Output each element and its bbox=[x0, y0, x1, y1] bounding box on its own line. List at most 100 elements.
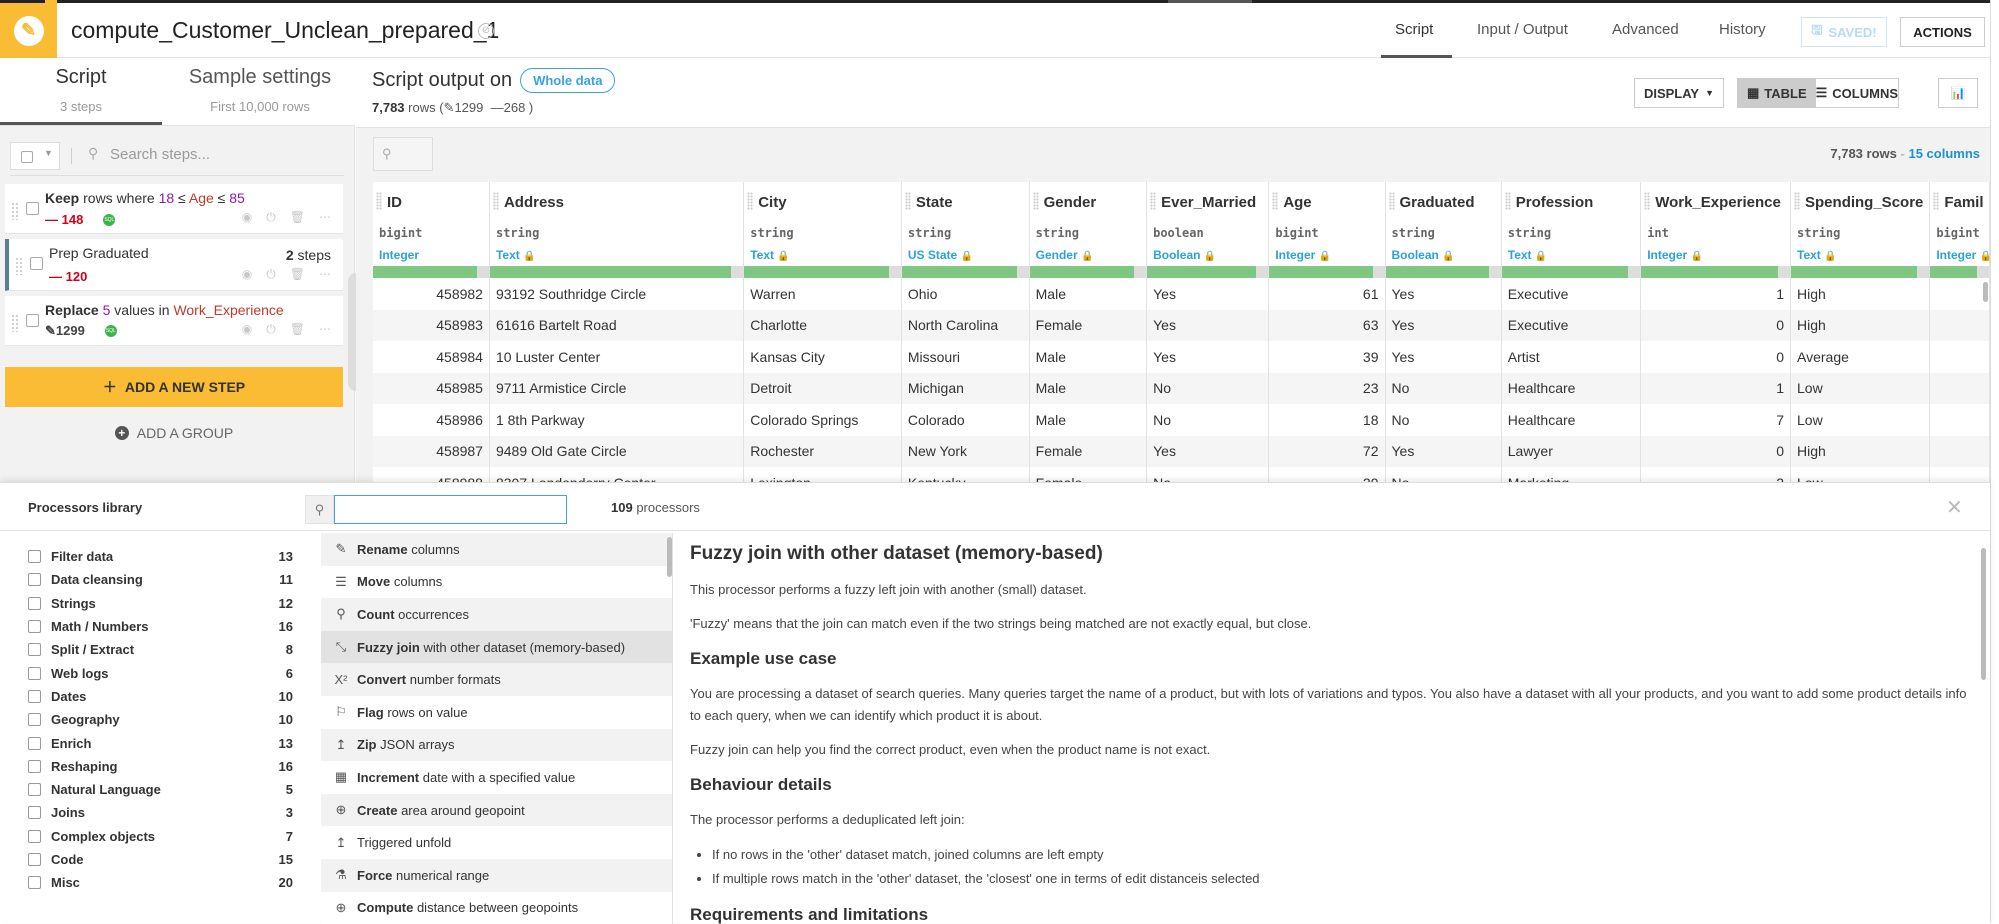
category-filter[interactable]: Reshaping 16 bbox=[28, 755, 293, 778]
drag-handle[interactable] bbox=[492, 192, 499, 210]
table-cell[interactable]: Yes bbox=[1385, 278, 1502, 310]
table-cell[interactable]: Rochester bbox=[743, 435, 902, 467]
tab-advanced[interactable]: Advanced bbox=[1612, 21, 1679, 38]
recipe-logo[interactable]: ✎ bbox=[0, 3, 57, 58]
charts-button[interactable]: 📊 bbox=[1938, 78, 1978, 108]
table-cell[interactable]: No bbox=[1146, 404, 1270, 436]
table-cell[interactable]: Yes bbox=[1146, 278, 1270, 310]
category-checkbox[interactable] bbox=[28, 853, 41, 866]
category-checkbox[interactable] bbox=[28, 666, 41, 680]
table-cell[interactable]: 458985 bbox=[373, 372, 490, 404]
table-cell[interactable]: Male bbox=[1029, 278, 1148, 310]
tab-script-steps[interactable]: Script 3 steps bbox=[0, 66, 162, 114]
more-icon[interactable]: ⋯ bbox=[319, 322, 331, 337]
table-search[interactable]: ⚲ bbox=[373, 137, 433, 171]
table-cell[interactable] bbox=[1929, 467, 1990, 482]
table-view-button[interactable]: ▦ TABLE bbox=[1738, 79, 1816, 107]
drag-handle[interactable] bbox=[1933, 192, 1940, 210]
category-filter[interactable]: Math / Numbers 16 bbox=[28, 615, 293, 638]
meaning-link[interactable]: Text 🔒 bbox=[1508, 248, 1548, 262]
table-cell[interactable]: Male bbox=[1029, 372, 1148, 404]
drag-handle[interactable] bbox=[1272, 192, 1279, 210]
table-cell[interactable]: 0 bbox=[1640, 309, 1792, 341]
table-cell[interactable]: North Carolina bbox=[901, 309, 1030, 341]
table-cell[interactable]: Low bbox=[1790, 404, 1931, 436]
info-icon[interactable]: ⊘ bbox=[478, 23, 494, 39]
table-cell[interactable]: Lexington bbox=[743, 467, 902, 482]
category-checkbox[interactable] bbox=[28, 783, 41, 797]
table-cell[interactable]: 458983 bbox=[373, 309, 490, 341]
table-cell[interactable]: 61616 Bartelt Road bbox=[489, 309, 745, 341]
column-header[interactable]: Address string Text 🔒 bbox=[489, 182, 745, 278]
table-cell[interactable]: 1 bbox=[1640, 278, 1792, 310]
tab-history[interactable]: History bbox=[1719, 21, 1766, 38]
meaning-link[interactable]: Integer 🔒 bbox=[1936, 248, 1990, 262]
meaning-link[interactable]: Text 🔒 bbox=[496, 248, 536, 262]
category-filter[interactable]: Dates 10 bbox=[28, 685, 293, 708]
add-new-step-button[interactable]: ＋ ADD A NEW STEP bbox=[5, 367, 343, 407]
table-cell[interactable]: 93192 Southridge Circle bbox=[489, 278, 745, 310]
processor-item[interactable]: X² Convert number formats bbox=[321, 663, 672, 696]
table-cell[interactable] bbox=[1929, 404, 1990, 436]
step-checkbox[interactable] bbox=[26, 314, 39, 327]
meaning-link[interactable]: Gender 🔒 bbox=[1036, 248, 1094, 262]
table-cell[interactable]: Yes bbox=[1385, 309, 1502, 341]
column-header[interactable]: Gender string Gender 🔒 bbox=[1029, 182, 1148, 278]
select-all-dropdown[interactable]: ▼ bbox=[10, 142, 60, 170]
eye-icon[interactable]: ◉ bbox=[242, 210, 252, 225]
table-cell[interactable]: Ohio bbox=[901, 278, 1030, 310]
sample-scope-pill[interactable]: Whole data bbox=[520, 68, 616, 93]
table-row[interactable]: 4589888307 Londonderry CenterLexingtonKe… bbox=[373, 467, 1990, 482]
processor-item[interactable]: ↥ Zip JSON arrays bbox=[321, 728, 672, 762]
table-cell[interactable]: Low bbox=[1790, 372, 1931, 404]
table-cell[interactable]: Female bbox=[1029, 435, 1148, 467]
column-header[interactable]: ID bigint Integer bbox=[373, 182, 490, 278]
processor-item[interactable]: ⊕ Create area around geopoint bbox=[321, 793, 672, 827]
table-cell[interactable] bbox=[1929, 309, 1990, 341]
columns-view-button[interactable]: ☰ COLUMNS bbox=[1816, 79, 1898, 107]
table-row[interactable]: 458982 93192 Southridge Circle Warren Ohio M… bbox=[373, 278, 1990, 310]
table-cell[interactable]: Low bbox=[1790, 467, 1931, 482]
column-header[interactable]: Age bigint Integer 🔒 bbox=[1268, 182, 1386, 278]
table-cell[interactable]: 9489 Old Gate Circle bbox=[489, 435, 745, 467]
category-filter[interactable]: Enrich 13 bbox=[28, 731, 293, 754]
saved-button[interactable]: 🖫 SAVED! bbox=[1801, 17, 1887, 47]
drag-handle[interactable] bbox=[747, 192, 754, 210]
column-header[interactable]: Graduated string Boolean 🔒 bbox=[1385, 182, 1502, 278]
category-filter[interactable]: Geography 10 bbox=[28, 708, 293, 731]
processor-item[interactable]: ⤡ Fuzzy join with other dataset (memory-b… bbox=[321, 630, 672, 664]
meaning-link[interactable]: Text 🔒 bbox=[1797, 248, 1837, 262]
table-cell[interactable]: Warren bbox=[743, 278, 902, 310]
table-cell[interactable]: Executive bbox=[1501, 309, 1642, 341]
table-cell[interactable]: 61 bbox=[1268, 278, 1386, 310]
table-cell[interactable]: Male bbox=[1029, 404, 1148, 436]
step-group-prep-graduated[interactable]: Prep Graduated 2 steps — 120 ◉ ⏻ 🗑 ⋯ bbox=[5, 239, 343, 291]
processor-item[interactable]: ⚐ Flag rows on value bbox=[321, 695, 672, 729]
drag-handle[interactable] bbox=[1388, 192, 1395, 210]
meaning-link[interactable]: Integer 🔒 bbox=[1275, 248, 1331, 262]
drag-handle[interactable] bbox=[904, 192, 911, 210]
category-filter[interactable]: Joins 3 bbox=[28, 801, 293, 824]
tab-script[interactable]: Script bbox=[1395, 21, 1433, 38]
select-all-checkbox[interactable] bbox=[21, 151, 33, 163]
tab-input-output[interactable]: Input / Output bbox=[1477, 21, 1568, 38]
category-checkbox[interactable] bbox=[28, 620, 41, 634]
table-cell[interactable]: 1 8th Parkway bbox=[489, 404, 745, 436]
table-cell[interactable] bbox=[1929, 278, 1990, 310]
category-checkbox[interactable] bbox=[28, 829, 41, 843]
category-checkbox[interactable] bbox=[28, 876, 41, 890]
search-steps-input[interactable]: Search steps... bbox=[110, 146, 210, 163]
step-replace-values[interactable]: Replace 5 values in Work_Experience ✎129… bbox=[5, 296, 343, 346]
table-cell[interactable]: 29 bbox=[1268, 467, 1386, 482]
processor-item[interactable]: ☰ Move columns bbox=[321, 565, 672, 599]
table-cell[interactable]: 8307 Londonderry Center bbox=[489, 467, 745, 482]
drag-handle[interactable] bbox=[1794, 192, 1801, 210]
table-cell[interactable]: No bbox=[1146, 372, 1270, 404]
drag-handle[interactable] bbox=[1504, 192, 1511, 210]
table-cell[interactable]: 9711 Armistice Circle bbox=[489, 372, 745, 404]
drag-handle[interactable] bbox=[11, 314, 19, 332]
category-filter[interactable]: Code 15 bbox=[28, 848, 293, 871]
table-cell[interactable]: Female bbox=[1029, 467, 1148, 482]
description-scrollbar[interactable] bbox=[1981, 548, 1986, 680]
table-cell[interactable]: Missouri bbox=[901, 341, 1030, 373]
